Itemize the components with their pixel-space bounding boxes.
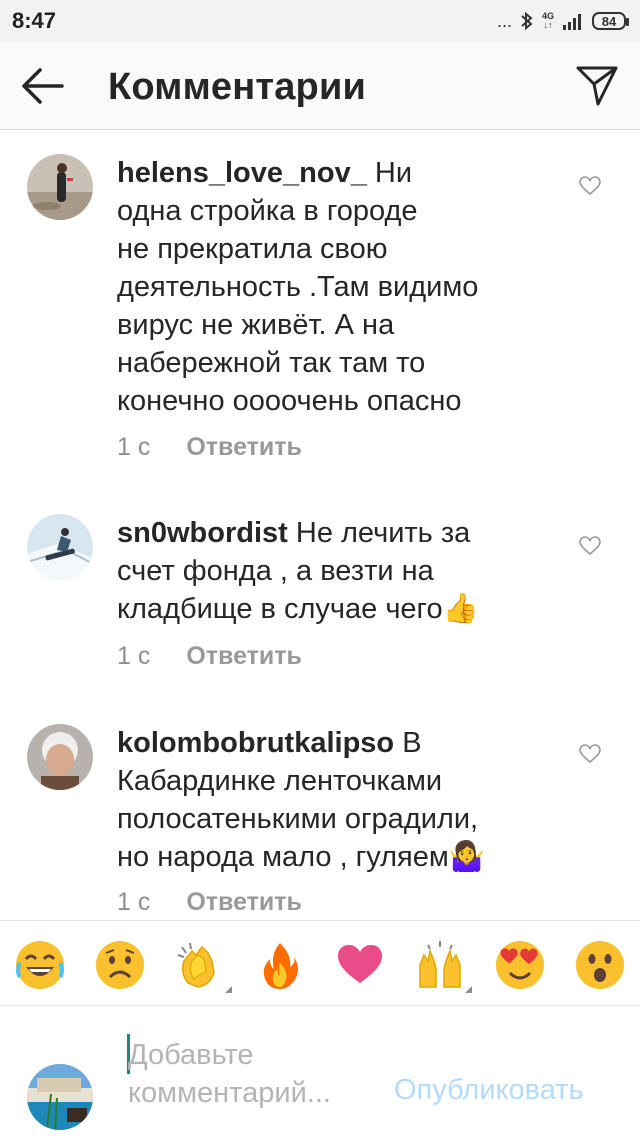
avatar[interactable] [27, 154, 93, 220]
publish-button[interactable]: Опубликовать [394, 1074, 584, 1107]
comment-username[interactable]: sn0wbordist [117, 517, 288, 549]
fire-emoji-icon[interactable] [254, 939, 306, 991]
comment-time: 1 с [117, 642, 151, 670]
sad-emoji-icon[interactable] [94, 939, 146, 991]
reply-button[interactable]: Ответить [186, 642, 302, 671]
page-title: Комментарии [108, 66, 367, 108]
surprised-emoji-icon[interactable] [574, 939, 626, 991]
network-type-icon: 4G ↓↑ [541, 11, 554, 30]
raised-hands-emoji-icon [419, 941, 461, 988]
joy-emoji-icon[interactable] [14, 939, 66, 991]
heart-eyes-emoji-icon[interactable] [494, 939, 546, 991]
comment-time: 1 с [117, 433, 151, 461]
status-time: 8:47 [12, 8, 57, 33]
reply-button[interactable]: Ответить [186, 433, 302, 462]
like-heart-icon[interactable] [579, 744, 601, 764]
comment-text: kolombobrutkalipso В Кабардинке ленточка… [117, 727, 485, 873]
status-bar: 8:47 ... 4G ↓↑ 84 [0, 0, 640, 42]
clap-emoji-button[interactable] [174, 939, 232, 993]
comment-meta: 1 с Ответить [117, 888, 302, 917]
comments-header: Комментарии [0, 42, 640, 130]
back-arrow-icon[interactable] [18, 64, 66, 108]
comment-meta: 1 с Ответить [117, 642, 302, 671]
bluetooth-icon [521, 11, 533, 31]
raised-hands-emoji-button[interactable] [414, 939, 472, 993]
skin-tone-indicator [465, 986, 472, 993]
comment-composer: Добавьте комментарий... Опубликовать [0, 1006, 640, 1138]
reply-button[interactable]: Ответить [186, 888, 302, 917]
emoji-quick-bar [0, 920, 640, 1006]
my-avatar [27, 1064, 93, 1130]
more-dots-icon: ... [496, 10, 512, 31]
comment-username[interactable]: kolombobrutkalipso [117, 727, 394, 759]
direct-send-icon[interactable] [574, 62, 620, 108]
avatar[interactable] [27, 724, 93, 790]
signal-icon [563, 14, 581, 30]
comment-input[interactable]: Добавьте комментарий... [128, 1036, 378, 1112]
clap-emoji-icon [177, 942, 215, 988]
comments-list[interactable]: helens_love_nov_ Ни одна стройка в город… [0, 130, 640, 920]
battery-icon: 84 [592, 12, 629, 30]
heart-emoji-icon[interactable] [334, 939, 386, 991]
comment-meta: 1 с Ответить [117, 433, 302, 462]
skin-tone-indicator [225, 986, 232, 993]
comment-time: 1 с [117, 888, 151, 916]
comment-text: sn0wbordist Не лечить за счет фонда , а … [117, 517, 479, 625]
comment-text: helens_love_nov_ Ни одна стройка в город… [117, 157, 479, 417]
comment-username[interactable]: helens_love_nov_ [117, 157, 367, 189]
status-icons: ... 4G ↓↑ 84 [496, 10, 629, 32]
avatar[interactable] [27, 514, 93, 580]
like-heart-icon[interactable] [579, 536, 601, 556]
like-heart-icon[interactable] [579, 176, 601, 196]
